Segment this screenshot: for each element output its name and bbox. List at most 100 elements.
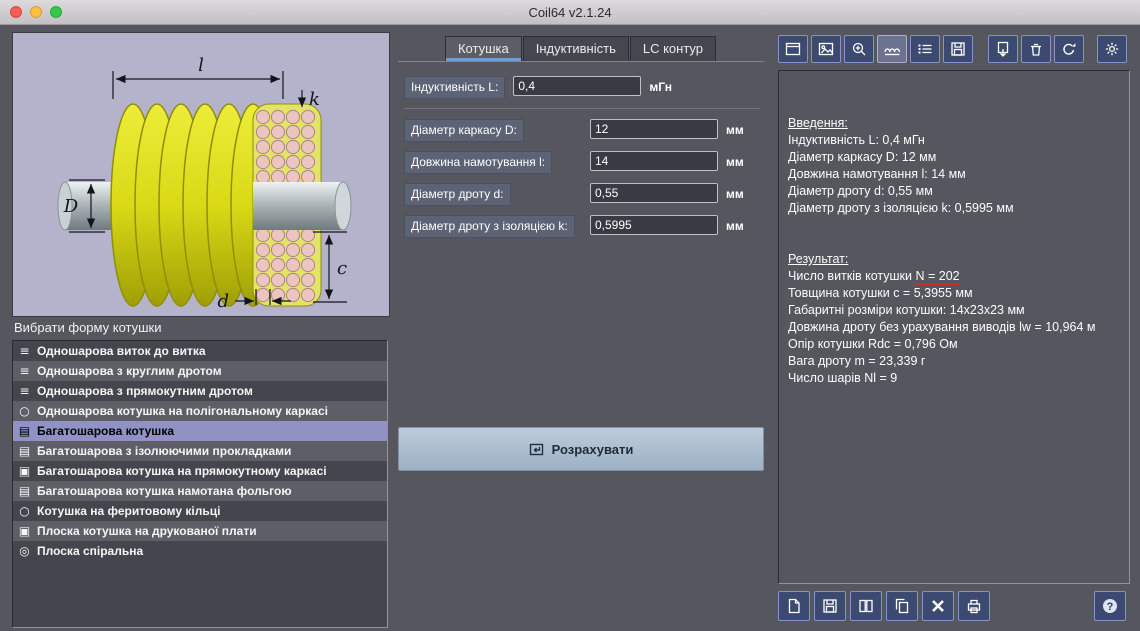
reset-button[interactable] xyxy=(1054,35,1084,63)
result-line: Діаметр дроту d: 0,55 мм xyxy=(788,184,933,198)
report-button[interactable] xyxy=(778,591,810,621)
inductance-unit: мГн xyxy=(649,80,672,94)
zoom-in-icon xyxy=(852,42,866,56)
result-line: Довжина дроту без урахування виводів lw … xyxy=(788,320,1096,334)
coil-type-list: ≡ Одношарова виток до витка ≡ Одношарова… xyxy=(12,340,388,628)
coil-type-flat-spiral[interactable]: ◎ Плоска спіральна xyxy=(13,541,387,561)
bottom-toolbar: ? xyxy=(778,590,1130,622)
export-button[interactable] xyxy=(988,35,1018,63)
result-section-header: Результат: xyxy=(788,252,849,266)
list-item-label: Багатошарова з ізолюючими прокладками xyxy=(37,444,292,458)
insulated-wire-diameter-input[interactable] xyxy=(590,215,718,235)
former-diameter-label: Діаметр каркасу D: xyxy=(404,119,524,142)
image-icon xyxy=(818,42,834,56)
list-button[interactable] xyxy=(910,35,940,63)
minimize-button[interactable] xyxy=(30,6,42,18)
list-item-label: Одношарова з прямокутним дротом xyxy=(37,384,253,398)
window-title: Coil64 v2.1.24 xyxy=(528,4,612,20)
multilayer-insulated-pads-icon: ▤ xyxy=(18,444,31,458)
dim-label-l: l xyxy=(198,55,204,76)
coil-type-multilayer-foil[interactable]: ▤ Багатошарова котушка намотана фольгою xyxy=(13,481,387,501)
copy-icon xyxy=(895,598,909,614)
wire-diameter-label: Діаметр дроту d: xyxy=(404,183,511,206)
tab-lc-circuit[interactable]: LC контур xyxy=(629,36,717,61)
printer-icon xyxy=(967,599,981,614)
result-line: Індуктивність L: 0,4 мГн xyxy=(788,133,925,147)
turns-value: N = 202 xyxy=(915,269,960,285)
winding-length-label: Довжина намотування l: xyxy=(404,151,553,174)
coil-type-single-layer-round-wire[interactable]: ≡ Одношарова з круглим дротом xyxy=(13,361,387,381)
wire-diameter-input[interactable] xyxy=(590,183,718,203)
former-diameter-unit: мм xyxy=(726,123,744,137)
multilayer-coil-icon: ▤ xyxy=(18,424,31,438)
coil-type-polygonal-former[interactable]: ○ Одношарова котушка на полігональному к… xyxy=(13,401,387,421)
tab-inductance[interactable]: Індуктивність xyxy=(522,36,629,61)
dim-label-d: d xyxy=(217,291,229,312)
tab-coil[interactable]: Котушка xyxy=(444,36,522,61)
coil-type-single-layer-close-wound[interactable]: ≡ Одношарова виток до витка xyxy=(13,341,387,361)
list-item-label: Багатошарова котушка на прямокутному кар… xyxy=(37,464,327,478)
pages-button[interactable] xyxy=(850,591,882,621)
coil-diagram-panel: l k D c d xyxy=(12,32,390,317)
result-line: Діаметр дроту з ізоляцією k: 0,5995 мм xyxy=(788,201,1014,215)
coil-form: Індуктивність L: мГн Діаметр каркасу D: … xyxy=(404,76,760,247)
input-section-header: Введення: xyxy=(788,116,848,130)
results-panel[interactable]: Введення: Індуктивність L: 0,4 мГн Діаме… xyxy=(778,70,1130,584)
multilayer-rect-former-icon: ▣ xyxy=(18,464,31,478)
coil-type-ferrite-ring[interactable]: ○ Котушка на феритовому кільці xyxy=(13,501,387,521)
report-page-icon xyxy=(788,598,800,614)
coil-type-multilayer[interactable]: ▤ Багатошарова котушка xyxy=(13,421,387,441)
result-line: Вага дроту m = 23,339 г xyxy=(788,354,926,368)
top-toolbar xyxy=(778,34,1130,64)
inductance-label: Індуктивність L: xyxy=(404,76,506,99)
coil-type-single-layer-rect-wire[interactable]: ≡ Одношарова з прямокутним дротом xyxy=(13,381,387,401)
settings-button[interactable] xyxy=(1097,35,1127,63)
close-button[interactable] xyxy=(10,6,22,18)
print-button[interactable] xyxy=(958,591,990,621)
flat-spiral-coil-icon: ◎ xyxy=(19,544,30,558)
single-layer-close-wound-icon: ≡ xyxy=(19,344,30,358)
list-item-label: Багатошарова котушка xyxy=(37,424,174,438)
save-button[interactable] xyxy=(814,591,846,621)
coil-mode-button[interactable] xyxy=(877,35,907,63)
new-window-button[interactable] xyxy=(778,35,808,63)
save-icon xyxy=(823,599,837,613)
zoom-in-button[interactable] xyxy=(844,35,874,63)
coil-icon xyxy=(884,48,901,56)
image-button[interactable] xyxy=(811,35,841,63)
result-line: Діаметр каркасу D: 12 мм xyxy=(788,150,937,164)
inductance-input[interactable] xyxy=(513,76,642,96)
coil-type-multilayer-rect-former[interactable]: ▣ Багатошарова котушка на прямокутному к… xyxy=(13,461,387,481)
insulated-wire-diameter-label: Діаметр дроту з ізоляцією k: xyxy=(404,215,575,238)
export-icon xyxy=(997,41,1009,57)
winding-length-input[interactable] xyxy=(590,151,718,171)
list-item-label: Плоска котушка на друкованої плати xyxy=(37,524,257,538)
result-line: Габаритні розміри котушки: 14x23x23 мм xyxy=(788,303,1025,317)
pcb-coil-icon: ▣ xyxy=(18,524,31,538)
help-button[interactable]: ? xyxy=(1094,591,1126,621)
ferrite-ring-coil-icon: ○ xyxy=(19,504,30,518)
dim-label-k: k xyxy=(309,89,320,110)
copy-button[interactable] xyxy=(886,591,918,621)
trash-icon xyxy=(1031,43,1041,56)
new-window-icon xyxy=(785,42,801,56)
dim-label-D: D xyxy=(63,196,79,217)
zoom-button[interactable] xyxy=(50,6,62,18)
save-data-button[interactable] xyxy=(943,35,973,63)
two-pages-icon xyxy=(859,599,873,613)
calculate-button[interactable]: Розрахувати xyxy=(398,427,764,471)
delete-button[interactable] xyxy=(1021,35,1051,63)
turns-result-line: Число витків котушки N = 202 xyxy=(788,268,1119,285)
former-diameter-input[interactable] xyxy=(590,119,718,139)
svg-text:?: ? xyxy=(1107,601,1114,613)
result-line: Довжина намотування l: 14 мм xyxy=(788,167,966,181)
help-icon: ? xyxy=(1103,599,1117,613)
single-layer-rect-wire-icon: ≡ xyxy=(19,384,30,398)
dim-label-c: c xyxy=(337,258,347,279)
result-line: Товщина котушки c = 5,3955 мм xyxy=(788,286,973,300)
single-layer-round-wire-icon: ≡ xyxy=(19,364,30,378)
coil-type-pcb-flat[interactable]: ▣ Плоска котушка на друкованої плати xyxy=(13,521,387,541)
clear-button[interactable] xyxy=(922,591,954,621)
calculate-button-label: Розрахувати xyxy=(551,441,634,457)
coil-type-multilayer-insulated-pads[interactable]: ▤ Багатошарова з ізолюючими прокладками xyxy=(13,441,387,461)
